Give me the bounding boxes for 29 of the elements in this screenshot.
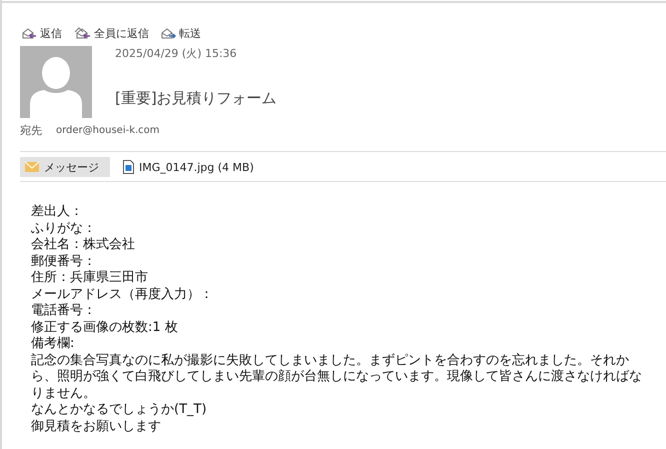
envelopes-reply-icon (74, 26, 91, 40)
message-tab[interactable]: メッセージ (20, 157, 110, 177)
body-text: 御見積をお願いします (31, 418, 162, 435)
body-text: 記念の集合写真なのに私が撮影に失敗してしまいました。まずピントを合わすのを忘れました。それから、照明が強くて白飛びしてしまい先輩の顔が台無しになっています。現像して皆さんに渡さなければなりません。 (31, 352, 643, 402)
body-text: 差出人： (31, 204, 84, 220)
avatar-icon (20, 46, 92, 118)
attachment-item[interactable]: IMG_0147.jpg (4 MB) (118, 157, 259, 177)
attachment-label: IMG_0147.jpg (4 MB) (139, 160, 254, 174)
body-text: 住所：兵庫県三田市 (31, 270, 149, 286)
recipient-label: 宛先 (20, 122, 42, 138)
date-text: 2025/04/29 (火) 15:36 (115, 46, 238, 61)
body-text: 修正する画像の枚数:1 枚 (31, 320, 179, 336)
subject-text: [重要]お見積りフォーム (115, 89, 277, 108)
body-text: 備考欄: (31, 336, 76, 352)
reply-button[interactable]: 返信 (20, 23, 64, 43)
forward-button[interactable]: 転送 (159, 23, 203, 43)
image-file-icon (123, 160, 134, 174)
body-text: なんとかなるでしょうか(T_T) (31, 402, 208, 418)
attachment-label: メッセージ (44, 160, 99, 174)
envelope-reply-icon (22, 26, 37, 40)
body-text: 会社名：株式会社 (31, 237, 136, 254)
envelope-icon (25, 162, 39, 172)
body-text: ふりがな： (31, 220, 97, 237)
envelope-forward-icon (161, 26, 176, 40)
reply-all-button[interactable]: 全員に返信 (72, 23, 151, 43)
body-text: 電話番号： (31, 303, 97, 320)
recipient-address: order@housei-k.com (56, 124, 160, 136)
body-text: 郵便番号： (31, 254, 97, 270)
body-text: メールアドレス（再度入力）： (31, 286, 214, 303)
